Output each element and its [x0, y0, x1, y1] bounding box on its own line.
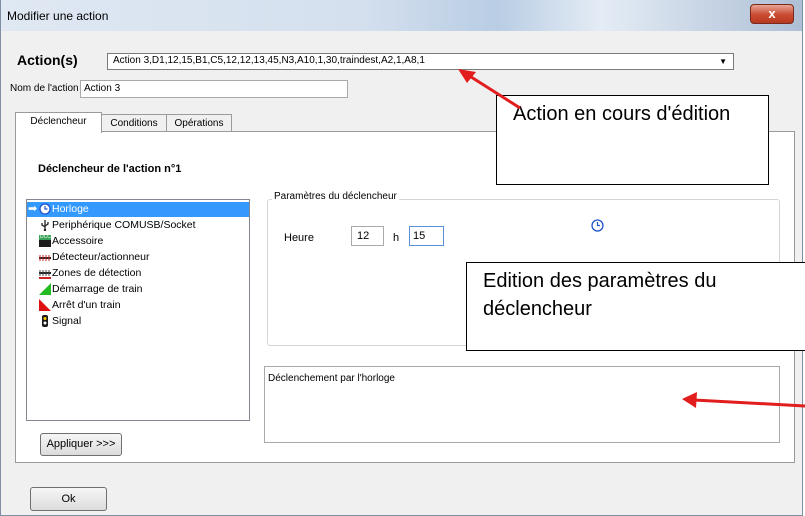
tab-declencheur[interactable]: Déclencheur: [15, 112, 102, 133]
arrow-to-description: [682, 392, 805, 408]
arrow-to-combobox: [458, 69, 521, 110]
annotation-arrows: [458, 69, 805, 408]
tab-declencheur-label: Déclencheur: [30, 116, 87, 127]
